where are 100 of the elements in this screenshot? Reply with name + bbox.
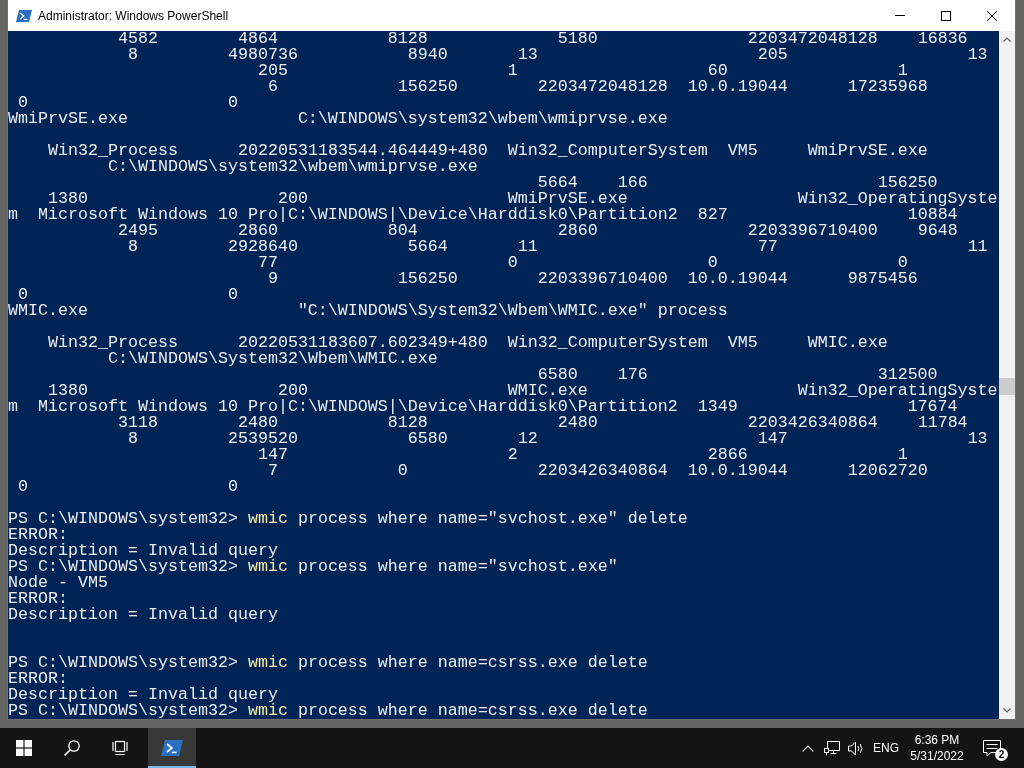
output-text: 9 (267, 271, 278, 287)
output-text: 8 (127, 47, 138, 63)
output-text: 147 (757, 431, 788, 447)
output-text: C:\WINDOWS\System32\Wbem\WMIC.exe (107, 351, 438, 367)
prompt-text: PS C:\WINDOWS\system32> (8, 655, 238, 671)
output-text: 4980736 (227, 47, 298, 63)
output-text: 200 (277, 383, 308, 399)
language-button[interactable]: ENG (868, 728, 904, 768)
output-text: 10.0.19044 (687, 271, 788, 287)
output-text: 2928640 (227, 239, 298, 255)
prompt-text: PS C:\WINDOWS\system32> (8, 703, 238, 719)
output-text: 0 (227, 287, 238, 303)
search-icon[interactable] (64, 740, 80, 756)
output-text: Win32_ComputerSystem (507, 335, 708, 351)
output-text: C:\WINDOWS\system32\wbem\wmiprvse.exe (107, 159, 478, 175)
output-text: Description = Invalid query (8, 687, 278, 703)
command-arguments: process where name=csrss.exe delete (297, 655, 648, 671)
output-text: 0 (897, 255, 908, 271)
output-text: Win32_Process (48, 143, 178, 159)
output-text: 0 (507, 255, 518, 271)
output-text: 6580 (407, 431, 448, 447)
output-text: 1380 (48, 383, 88, 399)
output-text: 5664 (537, 175, 578, 191)
output-text: ERROR: (8, 527, 68, 543)
output-text: ERROR: (8, 591, 68, 607)
prompt-text: PS C:\WINDOWS\system32> (8, 559, 238, 575)
output-text: 20220531183544.464449+480 (237, 143, 488, 159)
command-arguments: process where name=csrss.exe delete (297, 703, 648, 719)
output-text: 1 (897, 63, 908, 79)
command-name: wmic (247, 703, 288, 719)
taskbar-app-button[interactable] (148, 728, 196, 768)
output-text: 10.0.19044 (687, 79, 788, 95)
output-text: 2480 (237, 415, 278, 431)
output-text: 156250 (397, 79, 458, 95)
terminal-icon (16, 9, 32, 22)
output-text: Node - VM5 (8, 575, 108, 591)
output-text: Win32_ComputerSystem (507, 143, 708, 159)
scrollbar[interactable] (999, 31, 1015, 719)
output-text: 5664 (407, 239, 448, 255)
output-text: 12 (517, 431, 538, 447)
prompt-text: PS C:\WINDOWS\system32> (8, 511, 238, 527)
output-text: Win32_OperatingSyste (797, 191, 998, 207)
output-text: 6 (267, 79, 278, 95)
output-text: 0 (18, 479, 28, 495)
output-text: WmiPrvSE.exe (8, 111, 128, 127)
start-icon[interactable] (16, 740, 32, 756)
output-text: "C:\WINDOWS\System32\Wbem\WMIC.exe" process (297, 303, 728, 319)
output-text: 156250 (877, 175, 938, 191)
output-text: 2480 (557, 415, 598, 431)
output-text: 1380 (48, 191, 88, 207)
output-text: 2495 (117, 223, 158, 239)
output-text: 77 (257, 255, 278, 271)
notification-icon[interactable] (983, 739, 1001, 757)
output-text: WMIC.exe (807, 335, 888, 351)
output-text: 9648 (917, 223, 958, 239)
output-text: 1 (897, 447, 908, 463)
output-text: 2866 (707, 447, 748, 463)
output-text: 205 (757, 47, 788, 63)
output-text: 4582 (117, 31, 158, 47)
output-text: 12062720 (847, 463, 928, 479)
output-text: Microsoft Windows 10 Pro|C:\WINDOWS|\Device\Harddisk0\Partition2 (38, 399, 678, 415)
output-text: WmiPrvSE.exe (807, 143, 928, 159)
output-text: 312500 (877, 367, 938, 383)
output-text: 6580 (537, 367, 578, 383)
output-text: 0 (18, 287, 28, 303)
output-text: 166 (617, 175, 648, 191)
output-text: Win32_Process (48, 335, 178, 351)
output-text: m (8, 207, 18, 223)
scrollbar-thumb[interactable] (999, 378, 1015, 395)
task-view-icon[interactable] (112, 740, 128, 756)
output-text: 16836 (917, 31, 968, 47)
output-text: 804 (387, 223, 418, 239)
volume-icon[interactable] (848, 740, 864, 756)
output-text: 2203426340864 (537, 463, 668, 479)
output-text: 0 (397, 463, 408, 479)
output-text: 2539520 (227, 431, 298, 447)
output-text: 2203426340864 (747, 415, 878, 431)
output-text: 2860 (557, 223, 598, 239)
output-text: 1349 (697, 399, 738, 415)
output-text: 13 (967, 47, 988, 63)
clock-time[interactable]: 6:36 PM (914, 732, 960, 748)
output-text: 2203472048128 (747, 31, 878, 47)
window-title: Administrator: Windows PowerShell (38, 8, 229, 23)
clock-date[interactable]: 5/31/2022 (910, 748, 964, 764)
output-text: 9875456 (847, 271, 918, 287)
output-text: 147 (257, 447, 288, 463)
output-text: 60 (707, 63, 728, 79)
output-text: 11 (517, 239, 538, 255)
network-icon[interactable] (824, 740, 840, 756)
output-text: 8128 (387, 415, 428, 431)
output-text: VM5 (727, 143, 758, 159)
output-text: 827 (697, 207, 728, 223)
output-text: 2 (507, 447, 518, 463)
chevron-down-icon[interactable] (1003, 708, 1011, 713)
output-text: 10.0.19044 (687, 463, 788, 479)
output-text: 1 (507, 63, 518, 79)
output-text: Description = Invalid query (8, 543, 278, 559)
output-text: 2203472048128 (537, 79, 668, 95)
output-text: 8 (127, 239, 138, 255)
output-text: 2860 (237, 223, 278, 239)
